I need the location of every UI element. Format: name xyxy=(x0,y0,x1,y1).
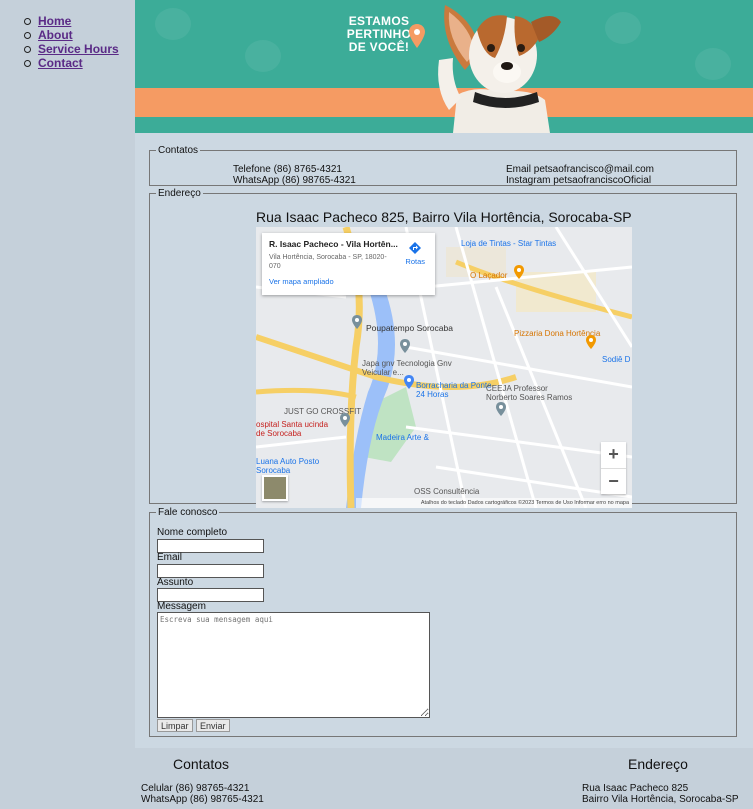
nav-list: Home About Service Hours Contact xyxy=(0,14,135,70)
footer-address-title: Endereço xyxy=(628,756,688,772)
map-place-label: CEEJA Professor Norberto Soares Ramos xyxy=(486,384,573,402)
phone-text: Telefone (86) 8765-4321 xyxy=(233,164,342,175)
google-map-embed[interactable]: Loja de Tintas - Star Tintas O Laçador P… xyxy=(256,227,632,508)
footer-contacts-title: Contatos xyxy=(173,756,230,772)
name-input[interactable] xyxy=(157,539,264,553)
directions-button[interactable]: Rotas xyxy=(405,241,425,266)
message-label: Messagem xyxy=(157,601,206,612)
message-textarea[interactable] xyxy=(157,612,430,718)
map-place-label: OSS Consultência xyxy=(414,487,480,496)
map-place-label: Luana Auto Posto Sorocaba xyxy=(256,457,320,475)
satellite-toggle[interactable] xyxy=(262,475,288,501)
submit-button[interactable]: Enviar xyxy=(196,719,230,732)
zoom-out-button[interactable]: − xyxy=(601,468,626,494)
directions-icon xyxy=(409,242,422,254)
map-pin-icon xyxy=(496,402,506,416)
address-title: Rua Isaac Pacheco 825, Bairro Vila Hortê… xyxy=(256,209,632,225)
map-pin-icon xyxy=(404,375,414,389)
whatsapp-text: WhatsApp (86) 98765-4321 xyxy=(233,175,356,186)
map-place-label: Loja de Tintas - Star Tintas xyxy=(461,239,557,248)
email-input[interactable] xyxy=(157,564,264,578)
nav-link-contact[interactable]: Contact xyxy=(38,56,83,70)
footer-street-text: Rua Isaac Pacheco 825 xyxy=(582,783,689,794)
footer-neighborhood-text: Bairro Vila Hortência, Sorocaba-SP xyxy=(582,794,739,805)
nav-link-about[interactable]: About xyxy=(38,28,73,42)
map-pin-icon xyxy=(400,339,410,353)
map-info-card: R. Isaac Pacheco - Vila Hortên... Vila H… xyxy=(262,233,435,295)
directions-label: Rotas xyxy=(405,257,425,266)
map-place-label: Sodiê D xyxy=(602,355,631,364)
map-place-label: ospital Santa ucinda de Sorocaba xyxy=(256,420,329,438)
main-content: Contatos Telefone (86) 8765-4321 WhatsAp… xyxy=(135,133,753,748)
page-footer: Contatos Celular (86) 98765-4321 WhatsAp… xyxy=(135,748,753,809)
email-text: Email petsaofrancisco@mail.com xyxy=(506,164,654,175)
nav-item-service-hours: Service Hours xyxy=(24,42,135,56)
map-card-address: Vila Hortência, Sorocaba - SP, 18020-070 xyxy=(269,254,387,270)
map-place-label: Borracharia da Ponte 24 Horas xyxy=(416,381,492,399)
dog-illustration xyxy=(438,5,561,133)
instagram-text: Instagram petsaofranciscoOficial xyxy=(506,175,652,186)
location-pin-icon xyxy=(409,24,425,48)
paw-print-decoration xyxy=(695,48,731,80)
nav-item-home: Home xyxy=(24,14,135,28)
footer-mobile-text: Celular (86) 98765-4321 xyxy=(141,783,250,794)
contact-form-legend: Fale conosco xyxy=(158,507,218,518)
banner-slogan: ESTAMOS PERTINHO DE VOCÊ! xyxy=(339,15,419,54)
map-pin-icon xyxy=(340,413,350,427)
nav-item-about: About xyxy=(24,28,135,42)
main-nav: Home About Service Hours Contact xyxy=(0,0,135,809)
contacts-legend: Contatos xyxy=(158,145,199,156)
contacts-fieldset: Contatos Telefone (86) 8765-4321 WhatsAp… xyxy=(149,145,737,186)
subject-input[interactable] xyxy=(157,588,264,602)
map-place-label: Madeira Arte & xyxy=(376,433,429,442)
map-card-title: R. Isaac Pacheco - Vila Hortên... xyxy=(269,239,398,249)
map-place-label: O Laçador xyxy=(470,271,508,280)
paw-print-decoration xyxy=(155,8,191,40)
map-pin-icon xyxy=(352,315,362,329)
nav-link-home[interactable]: Home xyxy=(38,14,71,28)
map-pin-icon xyxy=(586,335,596,349)
hero-banner: ESTAMOS PERTINHO DE VOCÊ! xyxy=(135,0,753,133)
address-legend: Endereço xyxy=(158,188,201,199)
subject-label: Assunto xyxy=(157,577,194,588)
clear-button[interactable]: Limpar xyxy=(157,719,193,732)
nav-item-contact: Contact xyxy=(24,56,135,70)
map-place-label: Poupatempo Sorocaba xyxy=(366,323,453,333)
view-larger-map-link[interactable]: Ver mapa ampliado xyxy=(269,277,428,286)
slogan-line: DE VOCÊ! xyxy=(348,40,410,54)
nav-link-service-hours[interactable]: Service Hours xyxy=(38,42,119,56)
zoom-in-button[interactable]: + xyxy=(601,442,626,468)
paw-print-decoration xyxy=(245,40,281,72)
paw-print-decoration xyxy=(605,12,641,44)
map-zoom-control: + − xyxy=(601,442,626,494)
footer-whatsapp-text: WhatsApp (86) 98765-4321 xyxy=(141,794,264,805)
name-label: Nome completo xyxy=(157,527,228,538)
map-pin-icon xyxy=(514,265,524,279)
address-fieldset: Endereço Rua Isaac Pacheco 825, Bairro V… xyxy=(149,188,737,508)
email-label: Email xyxy=(157,552,183,563)
contact-form-fieldset: Fale conosco Nome completo Email Assunto… xyxy=(149,507,737,737)
